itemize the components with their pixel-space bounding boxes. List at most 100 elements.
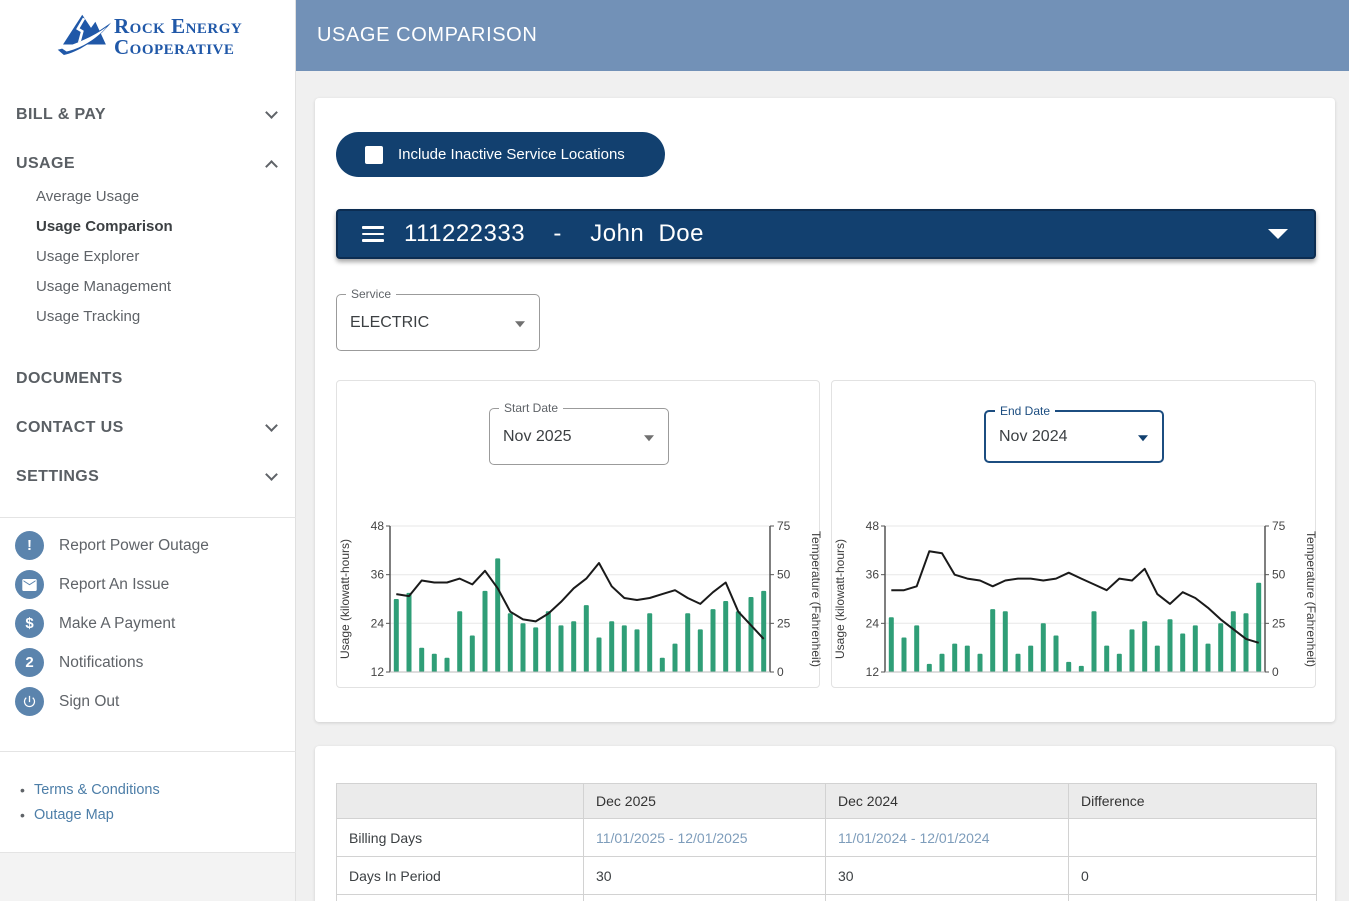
service-select-label: Service (346, 287, 396, 301)
chevron-up-icon (265, 160, 278, 173)
sidebar-divider (0, 751, 296, 752)
billing-period-link[interactable]: 11/01/2025 - 12/01/2025 (596, 830, 748, 846)
checkbox-icon[interactable] (365, 146, 383, 164)
row-value: 30 (584, 857, 826, 895)
svg-text:75: 75 (777, 519, 791, 533)
svg-text:Temperature (Fahrenheit): Temperature (Fahrenheit) (1304, 531, 1316, 667)
include-inactive-toggle[interactable]: Include Inactive Service Locations (336, 132, 665, 177)
sidebar-item-label: BILL & PAY (16, 106, 106, 123)
account-selector[interactable]: 111222333 - John Doe (336, 209, 1316, 259)
row-value: 0 (1069, 857, 1317, 895)
action-label: Report An Issue (59, 576, 169, 594)
table-row: Days In Period 30 30 0 (337, 857, 1317, 895)
chevron-down-icon (265, 419, 278, 432)
svg-text:50: 50 (1272, 568, 1286, 582)
report-an-issue-button[interactable]: Report An Issue (15, 570, 169, 599)
svg-text:Temperature (Fahrenheit): Temperature (Fahrenheit) (809, 531, 821, 667)
row-label: Days In Period (337, 857, 584, 895)
chevron-down-icon (644, 435, 654, 441)
sidebar-item-settings[interactable]: SETTINGS (16, 468, 280, 486)
sidebar-item-label: DOCUMENTS (16, 370, 123, 387)
start-date-select-label: Start Date (499, 401, 563, 415)
sidebar-divider (0, 517, 296, 518)
service-select-value: ELECTRIC (350, 314, 429, 332)
bullet: • (20, 807, 25, 823)
action-label: Sign Out (59, 693, 119, 711)
table-row: Billing Days 11/01/2025 - 12/01/2025 11/… (337, 819, 1317, 857)
sidebar-item-contact-us[interactable]: CONTACT US (16, 419, 280, 437)
end-period-chart-card: End Date Nov 2024 122436480255075Usage (… (831, 380, 1316, 688)
report-power-outage-button[interactable]: ! Report Power Outage (15, 531, 209, 560)
chevron-down-icon (515, 321, 525, 327)
sidebar-item-usage-tracking[interactable]: Usage Tracking (36, 308, 276, 325)
svg-text:0: 0 (777, 665, 784, 679)
mountain-swoosh-icon (56, 6, 112, 67)
sidebar-item-usage-explorer[interactable]: Usage Explorer (36, 248, 276, 265)
svg-text:12: 12 (866, 665, 880, 679)
sidebar-item-average-usage[interactable]: Average Usage (36, 188, 276, 205)
svg-text:36: 36 (371, 568, 385, 582)
sidebar-item-documents[interactable]: DOCUMENTS (16, 370, 280, 388)
svg-text:75: 75 (1272, 519, 1286, 533)
svg-text:36: 36 (866, 568, 880, 582)
brand-logo[interactable]: Rock Energy Cooperative (56, 6, 242, 67)
exclamation-icon: ! (15, 531, 44, 560)
power-icon (15, 687, 44, 716)
usage-comparison-card: Include Inactive Service Locations 11122… (315, 98, 1335, 722)
row-value (1069, 819, 1317, 857)
svg-text:25: 25 (777, 616, 791, 630)
badge-count-icon: 2 (15, 648, 44, 677)
include-inactive-label: Include Inactive Service Locations (398, 146, 625, 163)
svg-text:12: 12 (371, 665, 385, 679)
svg-text:0: 0 (1272, 665, 1279, 679)
hamburger-menu-icon[interactable] (362, 226, 384, 242)
notifications-button[interactable]: 2 Notifications (15, 648, 143, 677)
page-title: USAGE COMPARISON (317, 0, 537, 71)
brand-name: Rock Energy Cooperative (114, 16, 242, 58)
sidebar-item-bill-pay[interactable]: BILL & PAY (16, 106, 280, 124)
action-label: Report Power Outage (59, 537, 209, 555)
start-period-chart-card: Start Date Nov 2025 12 24 36 48 0 25 50 75 Usage… (336, 380, 820, 688)
usage-temperature-chart-start: 12 24 36 48 0 25 50 75 Usage (kilowatt-hours) Tem… (337, 514, 821, 686)
action-label: Notifications (59, 654, 143, 672)
action-label: Make A Payment (59, 615, 175, 633)
account-selector-value: 111222333 - John Doe (404, 220, 704, 248)
sidebar-item-usage[interactable]: USAGE (16, 155, 280, 173)
terms-and-conditions-link[interactable]: Terms & Conditions (34, 782, 160, 798)
bullet: • (20, 782, 25, 798)
sidebar-footer (0, 853, 295, 901)
dollar-icon: $ (15, 609, 44, 638)
table-header-dec-2025: Dec 2025 (584, 784, 826, 819)
sidebar-item-usage-management[interactable]: Usage Management (36, 278, 276, 295)
table-row (337, 895, 1317, 901)
service-select[interactable]: Service ELECTRIC (336, 294, 540, 351)
table-header-row: Dec 2025 Dec 2024 Difference (337, 784, 1317, 819)
sign-out-button[interactable]: Sign Out (15, 687, 119, 716)
usage-temperature-chart-end: 122436480255075Usage (kilowatt-hours)Tem… (832, 514, 1316, 686)
comparison-table: Dec 2025 Dec 2024 Difference Billing Day… (336, 783, 1317, 901)
sidebar-item-usage-comparison[interactable]: Usage Comparison (36, 218, 276, 235)
sidebar-item-label: CONTACT US (16, 419, 124, 436)
svg-text:50: 50 (777, 568, 791, 582)
svg-text:24: 24 (371, 616, 385, 630)
svg-text:Usage (kilowatt-hours): Usage (kilowatt-hours) (338, 539, 352, 659)
page-header: USAGE COMPARISON (296, 0, 1349, 71)
table-header-difference: Difference (1069, 784, 1317, 819)
dropdown-caret-icon (1268, 229, 1288, 239)
billing-period-link[interactable]: 11/01/2024 - 12/01/2024 (838, 830, 990, 846)
make-a-payment-button[interactable]: $ Make A Payment (15, 609, 175, 638)
end-date-select-label: End Date (995, 404, 1055, 418)
outage-map-link[interactable]: Outage Map (34, 807, 114, 823)
table-header-dec-2024: Dec 2024 (826, 784, 1069, 819)
svg-text:24: 24 (866, 616, 880, 630)
end-date-select-value: Nov 2024 (999, 428, 1068, 446)
table-header-blank (337, 784, 584, 819)
envelope-icon (15, 570, 44, 599)
end-date-select[interactable]: End Date Nov 2024 (984, 410, 1164, 463)
start-date-select[interactable]: Start Date Nov 2025 (489, 408, 669, 465)
row-value: 30 (826, 857, 1069, 895)
sidebar: Rock Energy Cooperative BILL & PAY USAGE… (0, 0, 296, 901)
row-label: Billing Days (337, 819, 584, 857)
svg-text:48: 48 (371, 519, 385, 533)
chevron-down-icon (1138, 435, 1148, 441)
